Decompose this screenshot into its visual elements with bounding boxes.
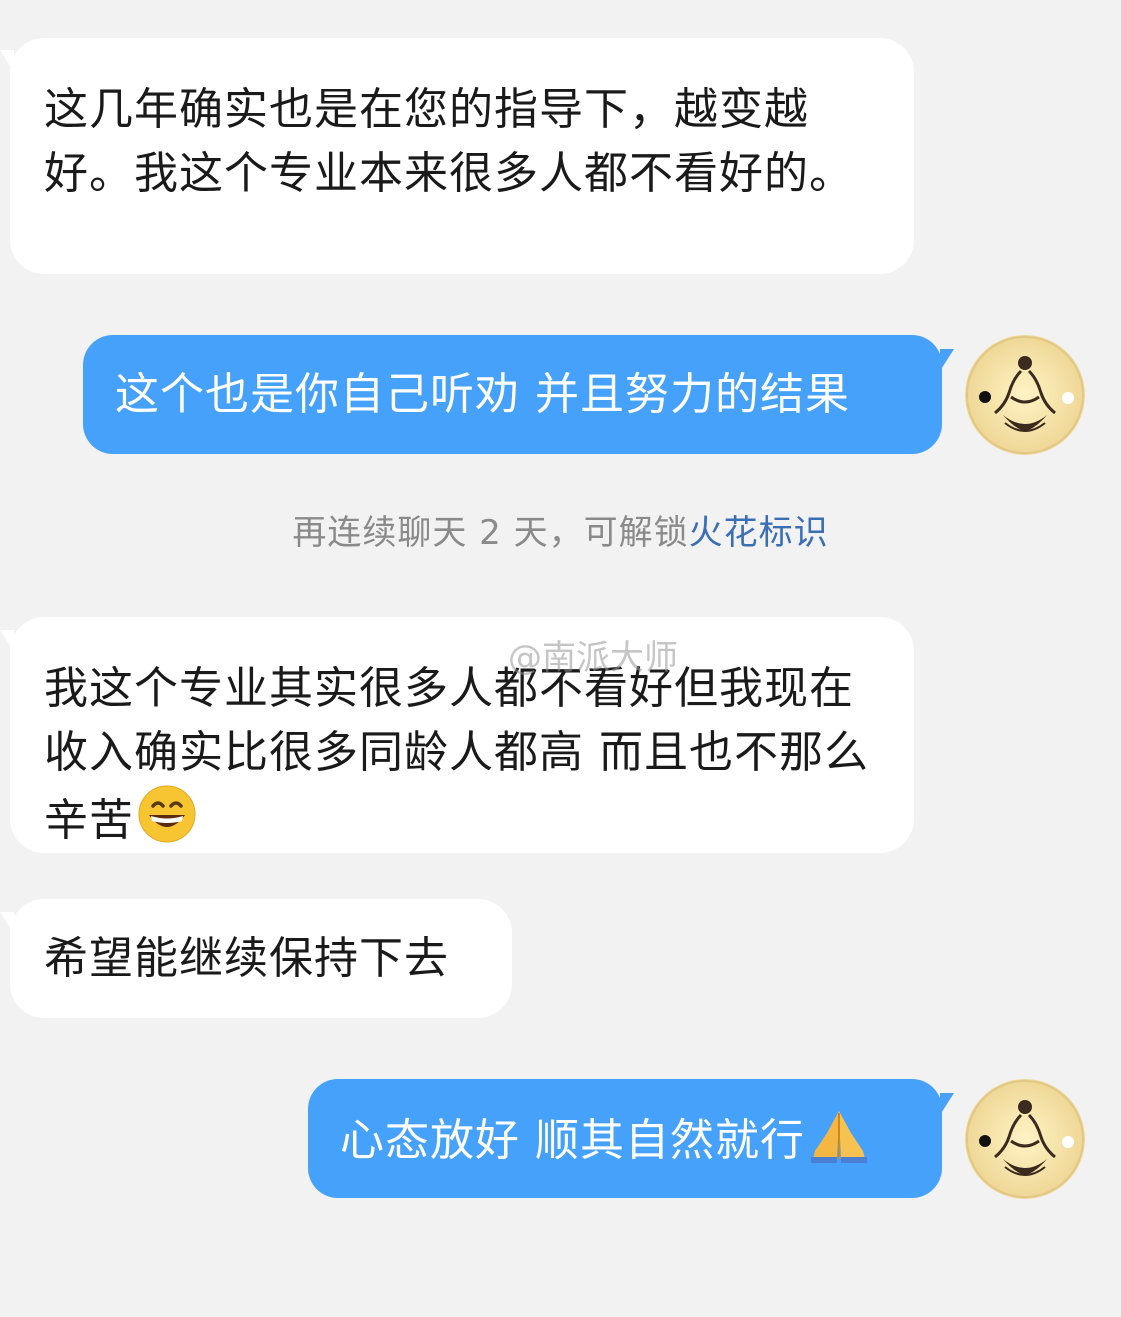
message-bubble-outgoing[interactable]: 心态放好 顺其自然就行 — [308, 1079, 942, 1198]
message-text: 心态放好 顺其自然就行 — [340, 1115, 805, 1166]
notice-text: 再连续聊天 2 天，可解锁 — [292, 513, 689, 553]
grinning-face-icon — [138, 785, 196, 843]
message-bubble-incoming[interactable]: 这几年确实也是在您的指导下，越变越好。我这个专业本来很多人都不看好的。 — [10, 38, 914, 274]
bubble-tail — [940, 349, 954, 371]
spark-badge-link[interactable]: 火花标识 — [689, 513, 829, 553]
message-text: 这几年确实也是在您的指导下，越变越好。我这个专业本来很多人都不看好的。 — [44, 84, 854, 199]
folded-hands-icon — [811, 1111, 867, 1163]
streak-notice: 再连续聊天 2 天，可解锁火花标识 — [0, 505, 1121, 554]
bubble-tail — [940, 1093, 954, 1115]
watermark: @南派大师 — [508, 638, 678, 678]
meditating-figure-icon — [965, 1079, 1085, 1199]
message-text: 希望能继续保持下去 — [44, 933, 449, 984]
message-bubble-outgoing[interactable]: 这个也是你自己听劝 并且努力的结果 — [83, 335, 942, 454]
avatar[interactable] — [965, 1079, 1085, 1199]
meditating-figure-icon — [965, 335, 1085, 455]
message-text: 这个也是你自己听劝 并且努力的结果 — [115, 369, 850, 420]
avatar[interactable] — [965, 335, 1085, 455]
message-bubble-incoming[interactable]: 希望能继续保持下去 — [10, 899, 512, 1018]
message-bubble-incoming[interactable]: 我这个专业其实很多人都不看好但我现在收入确实比很多同龄人都高 而且也不那么辛苦 — [10, 617, 914, 853]
